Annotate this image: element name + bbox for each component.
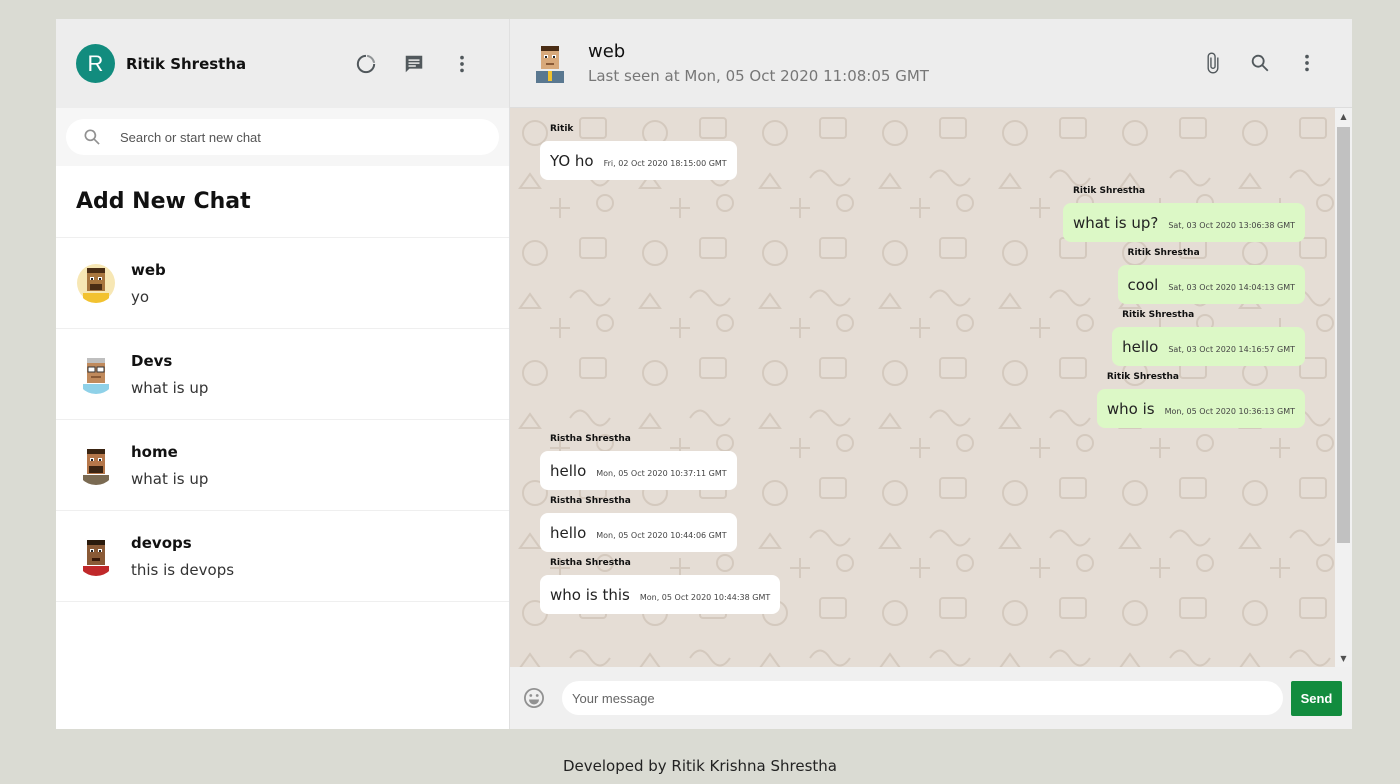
message-row: Ristha Shrestha hello Mon, 05 Oct 2020 1…	[540, 496, 1305, 552]
message-time: Sat, 03 Oct 2020 14:04:13 GMT	[1168, 283, 1295, 292]
message-bubble[interactable]: who is this Mon, 05 Oct 2020 10:44:38 GM…	[540, 575, 781, 614]
message-time: Fri, 02 Oct 2020 18:15:00 GMT	[603, 159, 727, 168]
message-received: Ristha Shrestha who is this Mon, 05 Oct …	[540, 558, 781, 614]
message-bubble[interactable]: YO ho Fri, 02 Oct 2020 18:15:00 GMT	[540, 141, 737, 180]
message-text: what is up?	[1072, 214, 1159, 232]
scroll-up-arrow-icon[interactable]: ▲	[1335, 108, 1352, 125]
send-button[interactable]: Send	[1291, 680, 1342, 716]
message-text: YO ho	[550, 152, 594, 170]
message-sender: Ritik	[550, 124, 574, 134]
chat-item-web[interactable]: web yo	[56, 238, 509, 329]
emoji-icon[interactable]	[520, 685, 547, 712]
chat-header: web Last seen at Mon, 05 Oct 2020 11:08:…	[510, 19, 1352, 108]
chat-list: web yo Devs what is up home what is up d…	[56, 238, 509, 729]
chat-last-message: yo	[131, 287, 150, 306]
message-row: Ritik YO ho Fri, 02 Oct 2020 18:15:00 GM…	[540, 124, 1305, 180]
sidebar: R Ritik Shrestha Search or start new cha…	[56, 19, 510, 729]
message-text: who is this	[550, 586, 630, 604]
chat-last-message: this is devops	[131, 560, 235, 579]
search-input[interactable]	[120, 129, 487, 145]
last-seen: Last seen at Mon, 05 Oct 2020 11:08:05 G…	[588, 67, 929, 85]
chat-footer: Send	[510, 667, 1352, 729]
chat-item-home[interactable]: home what is up	[56, 420, 509, 511]
message-text: cool	[1127, 276, 1159, 294]
message-sender: Ritik Shrestha	[1072, 186, 1146, 196]
page-footer: Developed by Ritik Krishna Shrestha	[563, 757, 837, 775]
message-sender: Ritik Shrestha	[1122, 310, 1195, 320]
app-window: R Ritik Shrestha Search or start new cha…	[56, 19, 1352, 729]
message-row: Ristha Shrestha who is this Mon, 05 Oct …	[540, 558, 1305, 614]
message-list: Ritik YO ho Fri, 02 Oct 2020 18:15:00 GM…	[510, 108, 1335, 667]
message-text: hello	[550, 462, 587, 480]
message-sent: Ritik Shrestha hello Sat, 03 Oct 2020 14…	[1112, 310, 1305, 366]
message-time: Sat, 03 Oct 2020 14:16:57 GMT	[1168, 345, 1295, 354]
message-sent: Ritik Shrestha cool Sat, 03 Oct 2020 14:…	[1117, 248, 1305, 304]
attach-icon[interactable]	[1199, 50, 1226, 77]
message-bubble[interactable]: hello Mon, 05 Oct 2020 10:37:11 GMT	[540, 451, 737, 490]
message-time: Mon, 05 Oct 2020 10:37:11 GMT	[596, 469, 727, 478]
chat-pane: web Last seen at Mon, 05 Oct 2020 11:08:…	[510, 19, 1352, 729]
sidebar-header: R Ritik Shrestha	[56, 19, 509, 108]
search-bar	[56, 108, 509, 166]
chat-name: Devs	[131, 351, 173, 370]
add-new-chat[interactable]: Add New Chat	[56, 166, 509, 238]
avatar	[76, 354, 116, 394]
contact-name: web	[588, 41, 626, 62]
message-sender: Ristha Shrestha	[550, 558, 631, 568]
avatar	[76, 445, 116, 485]
message-time: Mon, 05 Oct 2020 10:44:38 GMT	[639, 593, 771, 602]
message-row: Ristha Shrestha hello Mon, 05 Oct 2020 1…	[540, 434, 1305, 490]
chat-name: devops	[131, 533, 192, 552]
search-box	[66, 119, 499, 155]
message-received: Ritik YO ho Fri, 02 Oct 2020 18:15:00 GM…	[540, 124, 737, 180]
message-received: Ristha Shrestha hello Mon, 05 Oct 2020 1…	[540, 496, 737, 552]
menu-dots-icon[interactable]	[448, 50, 475, 77]
message-sender: Ritik Shrestha	[1127, 248, 1200, 258]
message-bubble[interactable]: what is up? Sat, 03 Oct 2020 13:06:38 GM…	[1062, 203, 1305, 242]
message-time: Sat, 03 Oct 2020 13:06:38 GMT	[1168, 221, 1295, 230]
message-input[interactable]	[562, 681, 1283, 715]
message-row: Ritik Shrestha cool Sat, 03 Oct 2020 14:…	[540, 248, 1305, 304]
message-sent: Ritik Shrestha what is up? Sat, 03 Oct 2…	[1062, 186, 1305, 242]
contact-avatar[interactable]	[532, 43, 568, 83]
message-bubble[interactable]: hello Mon, 05 Oct 2020 10:44:06 GMT	[540, 513, 737, 552]
message-row: Ritik Shrestha what is up? Sat, 03 Oct 2…	[540, 186, 1305, 242]
status-icon[interactable]	[352, 50, 379, 77]
message-bubble[interactable]: cool Sat, 03 Oct 2020 14:04:13 GMT	[1117, 265, 1305, 304]
message-received: Ristha Shrestha hello Mon, 05 Oct 2020 1…	[540, 434, 737, 490]
user-avatar[interactable]: R	[76, 44, 115, 83]
message-sender: Ristha Shrestha	[550, 434, 631, 444]
chat-body: Ritik YO ho Fri, 02 Oct 2020 18:15:00 GM…	[510, 108, 1352, 667]
message-time: Mon, 05 Oct 2020 10:44:06 GMT	[596, 531, 727, 540]
menu-dots-icon[interactable]	[1293, 50, 1320, 77]
message-text: hello	[550, 524, 587, 542]
chat-last-message: what is up	[131, 469, 209, 488]
message-row: Ritik Shrestha hello Sat, 03 Oct 2020 14…	[540, 310, 1305, 366]
message-row: Ritik Shrestha who is Mon, 05 Oct 2020 1…	[540, 372, 1305, 428]
scrollbar-thumb[interactable]	[1337, 127, 1350, 543]
new-chat-icon[interactable]	[400, 50, 427, 77]
chat-last-message: what is up	[131, 378, 209, 397]
message-sender: Ristha Shrestha	[550, 496, 631, 506]
add-new-chat-label: Add New Chat	[76, 189, 251, 214]
chat-name: web	[131, 260, 166, 279]
message-text: hello	[1122, 338, 1159, 356]
message-text: who is	[1106, 400, 1155, 418]
search-icon[interactable]	[1246, 50, 1273, 77]
avatar	[76, 263, 116, 303]
scrollbar[interactable]: ▲ ▼	[1335, 108, 1352, 667]
message-bubble[interactable]: who is Mon, 05 Oct 2020 10:36:13 GMT	[1096, 389, 1305, 428]
user-name: Ritik Shrestha	[126, 54, 247, 73]
chat-name: home	[131, 442, 178, 461]
message-bubble[interactable]: hello Sat, 03 Oct 2020 14:16:57 GMT	[1112, 327, 1305, 366]
message-sent: Ritik Shrestha who is Mon, 05 Oct 2020 1…	[1096, 372, 1305, 428]
search-icon	[78, 124, 105, 151]
message-time: Mon, 05 Oct 2020 10:36:13 GMT	[1164, 407, 1295, 416]
avatar	[76, 536, 116, 576]
chat-item-devs[interactable]: Devs what is up	[56, 329, 509, 420]
scroll-down-arrow-icon[interactable]: ▼	[1335, 650, 1352, 667]
message-sender: Ritik Shrestha	[1106, 372, 1179, 382]
chat-item-devops[interactable]: devops this is devops	[56, 511, 509, 602]
